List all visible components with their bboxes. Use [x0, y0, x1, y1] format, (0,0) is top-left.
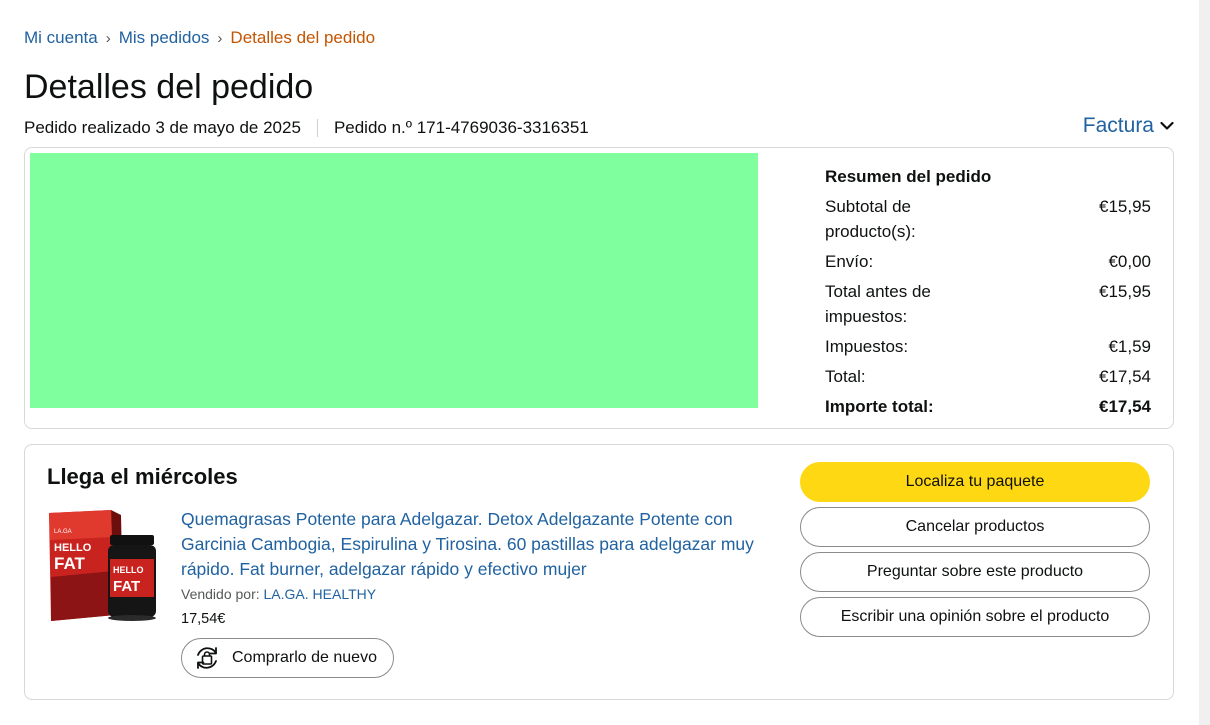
- meta-divider: [316, 119, 318, 137]
- summary-value: €17,54: [1099, 397, 1151, 416]
- ask-product-question-button[interactable]: Preguntar sobre este producto: [800, 552, 1150, 592]
- summary-label: Total:: [825, 367, 866, 386]
- summary-label: Subtotal de producto(s):: [825, 197, 916, 241]
- breadcrumb-separator: ›: [105, 29, 111, 47]
- breadcrumb-separator: ›: [217, 29, 223, 47]
- chevron-down-icon: [1160, 121, 1174, 130]
- product-image-line2: FAT: [54, 554, 85, 573]
- summary-value: €1,59: [1108, 337, 1151, 356]
- order-summary: Resumen del pedido Subtotal de producto(…: [825, 166, 1151, 424]
- track-package-button[interactable]: Localiza tu paquete: [800, 462, 1150, 502]
- product-image[interactable]: LA.GA HELLO FAT HELLO FAT: [47, 507, 167, 623]
- breadcrumb-my-orders[interactable]: Mis pedidos: [119, 28, 210, 48]
- summary-value: €0,00: [1108, 252, 1151, 271]
- summary-row-total: Total: €17,54: [825, 364, 1151, 389]
- summary-label: Importe total:: [825, 397, 934, 416]
- breadcrumb-my-account[interactable]: Mi cuenta: [24, 28, 98, 48]
- breadcrumb: Mi cuenta › Mis pedidos › Detalles del p…: [24, 28, 375, 48]
- summary-label: Total antes de impuestos:: [825, 282, 931, 326]
- summary-value: €15,95: [1099, 282, 1151, 301]
- shipment-box: Llega el miércoles LA.GA HELLO FAT HELLO…: [24, 444, 1174, 700]
- summary-row-grand-total: Importe total: €17,54: [825, 394, 1151, 419]
- write-review-button[interactable]: Escribir una opinión sobre el producto: [800, 597, 1150, 637]
- product-image-jar-line2: FAT: [113, 578, 140, 595]
- order-summary-box: Resumen del pedido Subtotal de producto(…: [24, 147, 1174, 429]
- order-date: Pedido realizado 3 de mayo de 2025: [24, 118, 301, 137]
- summary-row-before-tax: Total antes de impuestos: €15,95: [825, 279, 1151, 329]
- cancel-items-button[interactable]: Cancelar productos: [800, 507, 1150, 547]
- summary-row-shipping: Envío: €0,00: [825, 249, 1151, 274]
- summary-value: €15,95: [1099, 197, 1151, 216]
- summary-row-subtotal: Subtotal de producto(s): €15,95: [825, 194, 1151, 244]
- scrollbar[interactable]: [1199, 0, 1210, 725]
- product-price: 17,54€: [181, 611, 226, 627]
- seller-info: Vendido por: LA.GA. HEALTHY: [181, 586, 376, 602]
- breadcrumb-current: Detalles del pedido: [230, 28, 376, 47]
- summary-label: Impuestos:: [825, 337, 909, 356]
- buy-again-label: Comprarlo de nuevo: [232, 649, 377, 666]
- order-meta: Pedido realizado 3 de mayo de 2025 Pedid…: [24, 118, 589, 138]
- invoice-label: Factura: [1082, 114, 1154, 137]
- order-number: Pedido n.º 171-4769036-3316351: [333, 118, 589, 137]
- product-image-jar-line1: HELLO: [113, 565, 144, 575]
- buy-again-icon: [192, 643, 222, 673]
- redacted-address-block: [30, 153, 758, 408]
- summary-title: Resumen del pedido: [825, 167, 992, 186]
- seller-link[interactable]: LA.GA. HEALTHY: [264, 586, 377, 602]
- summary-row-tax: Impuestos: €1,59: [825, 334, 1151, 359]
- sold-by-label: Vendido por:: [181, 586, 260, 602]
- product-title-link[interactable]: Quemagrasas Potente para Adelgazar. Deto…: [181, 507, 771, 582]
- summary-label: Envío:: [825, 252, 874, 271]
- arrival-heading: Llega el miércoles: [47, 464, 238, 489]
- product-image-line1: HELLO: [54, 542, 92, 554]
- product-image-brand: LA.GA: [54, 529, 72, 535]
- page-title: Detalles del pedido: [24, 68, 314, 106]
- shipment-actions: Localiza tu paquete Cancelar productos P…: [800, 462, 1150, 642]
- summary-value: €17,54: [1099, 367, 1151, 386]
- invoice-dropdown[interactable]: Factura: [1083, 114, 1174, 138]
- buy-again-button[interactable]: Comprarlo de nuevo: [181, 638, 394, 678]
